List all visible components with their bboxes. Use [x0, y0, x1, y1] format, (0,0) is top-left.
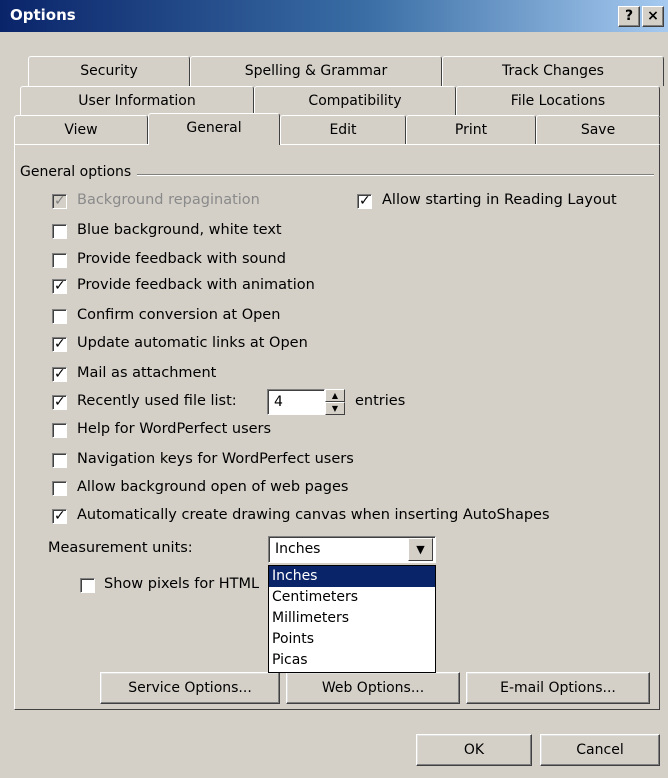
option-inches[interactable]: Inches	[269, 566, 435, 587]
feedback-animation-label: Provide feedback with animation	[77, 277, 315, 293]
spin-up-button[interactable]: ▲	[325, 389, 345, 402]
update-links-checkbox[interactable]: ✓	[52, 336, 67, 352]
option-centimeters[interactable]: Centimeters	[269, 587, 435, 608]
blue-background-checkbox[interactable]	[52, 224, 67, 239]
feedback-animation-checkbox[interactable]: ✓	[52, 278, 67, 294]
spin-down-button[interactable]: ▼	[325, 402, 345, 415]
email-options-button[interactable]: E-mail Options...	[466, 672, 650, 704]
mail-attachment-checkbox[interactable]: ✓	[52, 366, 67, 382]
general-options-group-title: General options	[20, 164, 138, 180]
drawing-canvas-label: Automatically create drawing canvas when…	[77, 507, 550, 523]
help-button[interactable]: ?	[618, 6, 640, 27]
update-links-label: Update automatic links at Open	[77, 335, 308, 351]
help-wordperfect-checkbox[interactable]	[52, 423, 67, 438]
close-button[interactable]: ×	[642, 6, 664, 27]
tab-compatibility[interactable]: Compatibility	[254, 86, 456, 116]
background-repagination-checkbox: ✓	[52, 193, 67, 209]
mail-attachment-label: Mail as attachment	[77, 365, 217, 381]
blue-background-label: Blue background, white text	[77, 222, 282, 238]
tab-print[interactable]: Print	[406, 115, 536, 145]
background-web-label: Allow background open of web pages	[77, 479, 349, 495]
check-mark-icon: ✓	[54, 278, 66, 294]
help-wordperfect-label: Help for WordPerfect users	[77, 421, 272, 437]
background-repagination-label: Background repagination	[77, 192, 260, 208]
ok-button[interactable]: OK	[416, 734, 532, 766]
check-mark-icon: ✓	[359, 193, 371, 209]
reading-layout-checkbox[interactable]: ✓	[357, 193, 372, 209]
confirm-conversion-checkbox[interactable]	[52, 309, 67, 324]
tab-spelling-grammar[interactable]: Spelling & Grammar	[190, 56, 442, 86]
entries-label: entries	[355, 393, 406, 409]
title-bar[interactable]: Options ? ×	[0, 0, 668, 32]
dialog-title: Options	[10, 6, 76, 24]
feedback-sound-checkbox[interactable]	[52, 253, 67, 268]
confirm-conversion-label: Confirm conversion at Open	[77, 307, 281, 323]
tab-general[interactable]: General	[148, 113, 280, 145]
check-mark-icon: ✓	[54, 366, 66, 382]
feedback-sound-label: Provide feedback with sound	[77, 251, 286, 267]
reading-layout-label: Allow starting in Reading Layout	[382, 192, 617, 208]
nav-wordperfect-checkbox[interactable]	[52, 453, 67, 468]
cancel-button[interactable]: Cancel	[540, 734, 660, 766]
chevron-down-icon[interactable]: ▼	[408, 538, 433, 561]
tab-user-information[interactable]: User Information	[20, 86, 254, 116]
options-dialog: Options ? × Security Spelling & Grammar …	[0, 0, 668, 778]
check-mark-icon: ✓	[54, 336, 66, 352]
check-mark-icon: ✓	[54, 508, 66, 524]
measurement-units-label: Measurement units:	[48, 540, 193, 556]
background-web-checkbox[interactable]	[52, 481, 67, 496]
measurement-units-dropdown: Inches Centimeters Millimeters Points Pi…	[268, 565, 436, 673]
option-points[interactable]: Points	[269, 629, 435, 650]
tab-security[interactable]: Security	[28, 56, 190, 86]
tab-edit[interactable]: Edit	[280, 115, 406, 145]
tab-track-changes[interactable]: Track Changes	[442, 56, 664, 86]
option-millimeters[interactable]: Millimeters	[269, 608, 435, 629]
drawing-canvas-checkbox[interactable]: ✓	[52, 508, 67, 524]
web-options-button[interactable]: Web Options...	[286, 672, 460, 704]
recent-files-count-input[interactable]: 4	[267, 389, 325, 415]
nav-wordperfect-label: Navigation keys for WordPerfect users	[77, 451, 354, 467]
tab-file-locations[interactable]: File Locations	[456, 86, 660, 116]
recent-files-label: Recently used file list:	[77, 393, 237, 409]
option-picas[interactable]: Picas	[269, 650, 435, 671]
show-pixels-label: Show pixels for HTML	[104, 576, 260, 592]
tab-view[interactable]: View	[14, 115, 148, 145]
check-mark-icon: ✓	[54, 394, 66, 410]
check-mark-icon: ✓	[54, 193, 66, 209]
show-pixels-checkbox[interactable]	[80, 578, 95, 593]
service-options-button[interactable]: Service Options...	[100, 672, 280, 704]
tab-save[interactable]: Save	[536, 115, 660, 145]
recent-files-checkbox[interactable]: ✓	[52, 394, 67, 410]
